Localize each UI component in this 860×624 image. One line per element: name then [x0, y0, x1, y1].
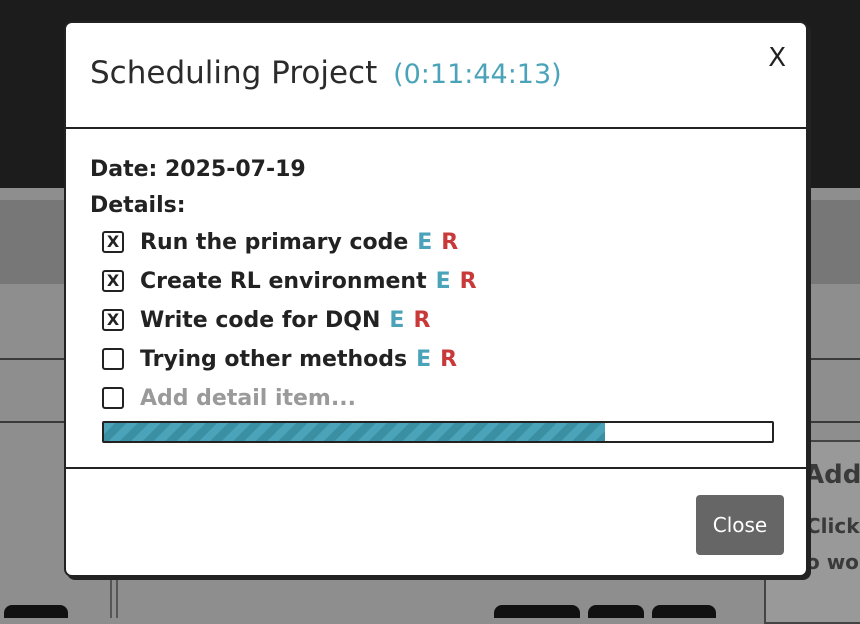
remove-item-button[interactable]: R — [460, 269, 477, 294]
detail-item: Trying other methods E R — [102, 344, 457, 374]
close-button[interactable]: Close — [696, 495, 784, 555]
item-checkbox[interactable]: X — [102, 270, 124, 292]
item-checkbox[interactable]: X — [102, 309, 124, 331]
modal-title: Scheduling Project (0:11:44:13) — [90, 55, 562, 91]
detail-item: X Create RL environment E R — [102, 266, 477, 296]
progress-fill — [104, 423, 605, 441]
close-icon[interactable]: X — [768, 43, 786, 73]
detail-item-label: Run the primary code — [140, 229, 409, 255]
project-date: Date: 2025-07-19 — [90, 157, 306, 182]
detail-item-label: Trying other methods — [140, 346, 408, 372]
edit-item-button[interactable]: E — [417, 230, 432, 255]
edit-item-button[interactable]: E — [436, 269, 451, 294]
detail-item-label: Write code for DQN — [140, 307, 381, 333]
modal-header: Scheduling Project (0:11:44:13) X — [66, 23, 806, 129]
background-shape — [588, 605, 644, 618]
add-detail-row: Add detail item... — [102, 383, 356, 413]
background-divider — [110, 580, 112, 618]
background-shape — [652, 605, 716, 618]
item-checkbox[interactable] — [102, 348, 124, 370]
background-card-text: Click t — [806, 514, 860, 538]
remove-item-button[interactable]: R — [441, 230, 458, 255]
remove-item-button[interactable]: R — [413, 308, 430, 333]
new-item-checkbox[interactable] — [102, 387, 124, 409]
remove-item-button[interactable]: R — [440, 347, 457, 372]
item-checkbox[interactable]: X — [102, 231, 124, 253]
edit-item-button[interactable]: E — [389, 308, 404, 333]
background-card-title: Add t — [804, 460, 860, 490]
detail-item: X Write code for DQN E R — [102, 305, 430, 335]
detail-item-label: Create RL environment — [140, 268, 427, 294]
background-card-text: o wo — [806, 550, 859, 574]
background-shape — [494, 605, 580, 618]
progress-bar — [102, 421, 774, 443]
add-detail-input[interactable]: Add detail item... — [140, 386, 356, 411]
detail-item: X Run the primary code E R — [102, 227, 458, 257]
elapsed-timer: (0:11:44:13) — [393, 59, 562, 90]
details-heading: Details: — [90, 193, 186, 218]
modal-footer: Close — [66, 469, 806, 577]
modal-body: Date: 2025-07-19 Details: X Run the prim… — [66, 129, 806, 469]
background-divider — [116, 580, 118, 618]
project-modal: Scheduling Project (0:11:44:13) X Date: … — [64, 21, 808, 577]
project-name: Scheduling Project — [90, 55, 378, 91]
background-shape — [4, 605, 68, 618]
edit-item-button[interactable]: E — [416, 347, 431, 372]
